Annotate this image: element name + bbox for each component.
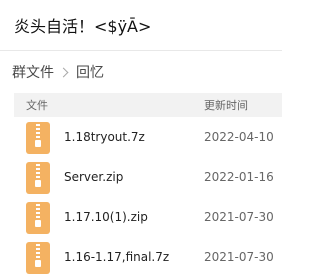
title-bar: 炎头自活！<$ÿĀ> [0,0,282,50]
zip-archive-icon [26,202,50,234]
file-date: 2022-04-10 [204,130,274,144]
file-date: 2021-07-30 [204,210,274,224]
file-row[interactable]: Server.zip 2022-01-16 [0,162,282,202]
file-name: Server.zip [64,170,124,184]
chevron-right-icon [58,67,69,77]
title-divider [0,50,282,51]
file-row[interactable]: 1.17.10(1).zip 2021-07-30 [0,202,282,242]
zip-archive-icon [26,122,50,154]
breadcrumb-root[interactable]: 群文件 [12,62,54,82]
file-name: 1.16-1.17,final.7z [64,250,170,264]
file-list-header: 文件 更新时间 [14,93,282,117]
column-header-name[interactable]: 文件 [26,97,48,113]
zip-archive-icon [26,242,50,274]
file-name: 1.17.10(1).zip [64,210,148,224]
column-header-updated[interactable]: 更新时间 [204,97,248,113]
group-title: 炎头自活！<$ÿĀ> [14,17,152,36]
file-date: 2022-01-16 [204,170,274,184]
file-row[interactable]: 1.16-1.17,final.7z 2021-07-30 [0,242,282,280]
file-name: 1.18tryout.7z [64,130,145,144]
file-date: 2021-07-30 [204,250,274,264]
breadcrumb-current: 回忆 [76,65,104,81]
zip-archive-icon [26,162,50,194]
group-file-screen: 炎头自活！<$ÿĀ> 群文件 回忆 文件 更新时间 1.18tryout.7z … [0,0,282,280]
breadcrumb: 群文件 回忆 [12,62,104,82]
file-row[interactable]: 1.18tryout.7z 2022-04-10 [0,122,282,162]
